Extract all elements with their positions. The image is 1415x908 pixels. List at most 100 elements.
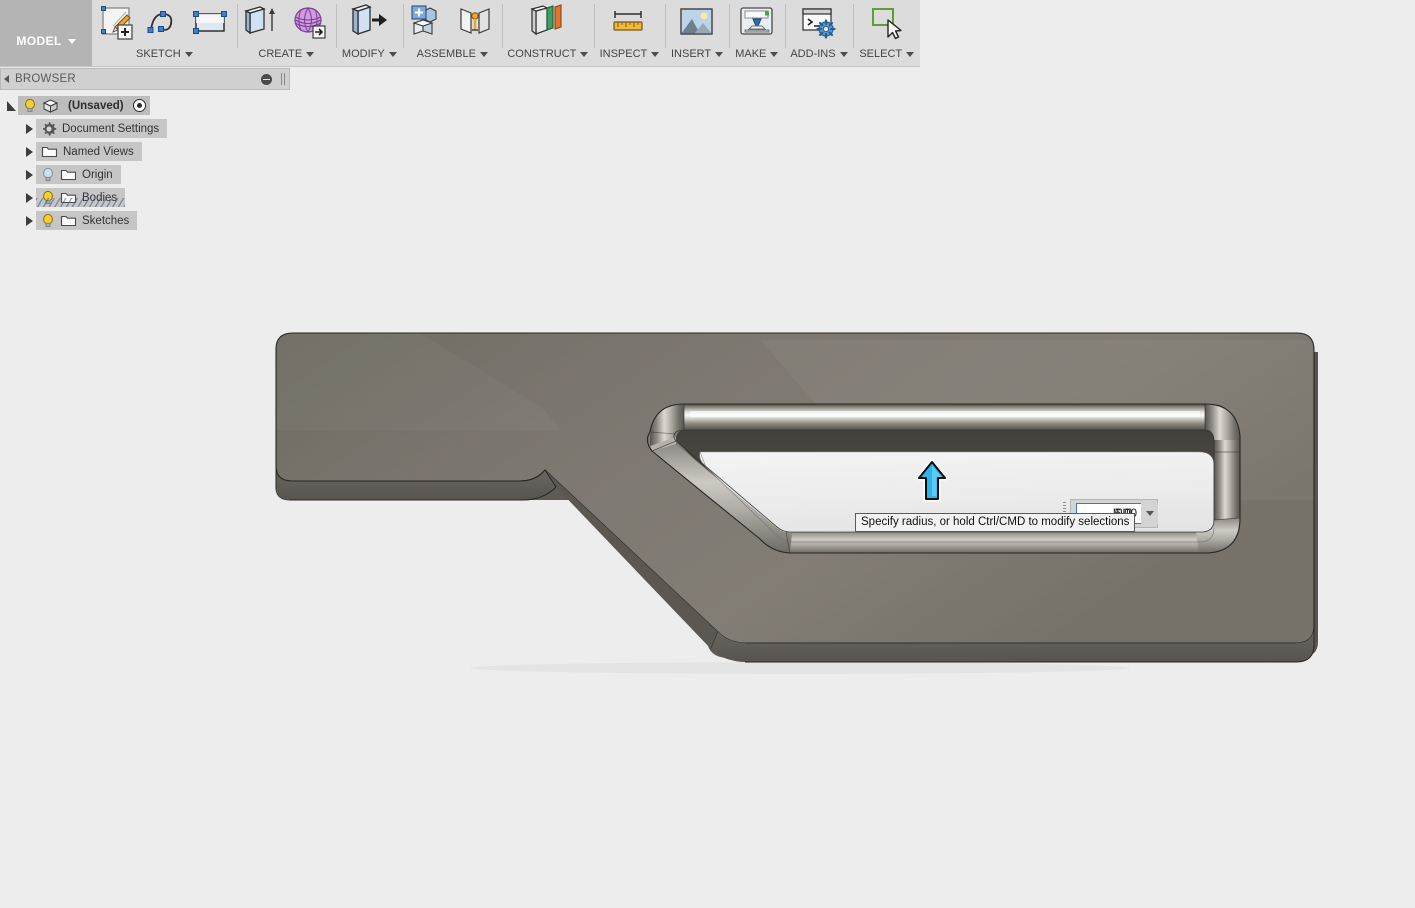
chevron-down-icon <box>1145 511 1154 516</box>
panel-label-sketch[interactable]: SKETCH <box>136 48 193 60</box>
chevron-down-icon <box>839 51 848 57</box>
toolbar-panel-make: MAKE <box>729 0 784 66</box>
expand-collapse-arrow-icon[interactable] <box>22 186 36 209</box>
tree-row-unsaved[interactable]: (Unsaved) <box>0 94 290 117</box>
workspace-switcher[interactable]: MODEL <box>0 0 93 66</box>
panel-text: CREATE <box>258 48 303 60</box>
workspace-label: MODEL <box>16 34 62 48</box>
sketch-rectangle-icon[interactable] <box>190 3 232 43</box>
fillet-tooltip: Specify radius, or hold Ctrl/CMD to modi… <box>855 513 1136 532</box>
toolbar-panel-insert: INSERT <box>665 0 729 66</box>
expand-collapse-arrow-icon[interactable] <box>4 94 18 117</box>
chevron-down-icon <box>184 51 193 57</box>
tree-row-bodies[interactable]: Bodies <box>0 186 290 209</box>
chevron-down-icon <box>306 51 315 57</box>
tree-node-named-views[interactable]: Named Views <box>36 142 142 161</box>
main-toolbar: MODEL SKETCH CREATE MODIFY ASSEMBLE CONS… <box>0 0 920 67</box>
chevron-down-icon <box>770 51 779 57</box>
toolbar-panel-construct: CONSTRUCT <box>501 0 594 66</box>
chevron-down-icon <box>67 38 76 44</box>
chevron-down-icon <box>479 51 488 57</box>
panel-text: SKETCH <box>136 48 181 60</box>
browser-header: BROWSER <box>0 68 290 90</box>
panel-text: ADD-INS <box>790 48 836 60</box>
lightbulb-icon[interactable] <box>41 190 55 206</box>
tree-node-label: Named Views <box>63 145 134 158</box>
tree-row-sketches[interactable]: Sketches <box>0 209 290 232</box>
panel-text: MAKE <box>735 48 767 60</box>
folder-icon <box>41 146 58 158</box>
lightbulb-icon[interactable] <box>41 167 55 183</box>
toolbar-panel-inspect: INSPECT <box>593 0 665 66</box>
tree-node-sketches[interactable]: Sketches <box>36 211 138 230</box>
panel-label-make[interactable]: MAKE <box>735 48 779 60</box>
panel-label-insert[interactable]: INSERT <box>670 48 724 60</box>
measure-icon[interactable] <box>608 3 650 43</box>
tree-node-label: Origin <box>82 168 113 181</box>
panel-label-modify[interactable]: MODIFY <box>342 48 397 60</box>
fusion360-window: 6.00 mm Specify radius, or hold Ctrl/CMD… <box>0 0 1415 908</box>
panel-label-addins[interactable]: ADD-INS <box>790 48 848 60</box>
panel-label-create[interactable]: CREATE <box>258 48 315 60</box>
browser-title: BROWSER <box>15 73 76 85</box>
create-form-icon[interactable] <box>289 3 331 43</box>
folder-icon <box>60 215 77 227</box>
tree-node-document-settings[interactable]: Document Settings <box>36 119 168 138</box>
panel-text: INSPECT <box>599 48 648 60</box>
lightbulb-icon[interactable] <box>23 98 37 114</box>
new-component-icon[interactable] <box>408 3 450 43</box>
tree-row-document-settings[interactable]: Document Settings <box>0 117 290 140</box>
unit-dropdown-button[interactable] <box>1141 503 1158 524</box>
tree-node-label: Document Settings <box>62 122 160 135</box>
panel-label-assemble[interactable]: ASSEMBLE <box>417 48 488 60</box>
tree-node-label: Bodies <box>82 191 118 204</box>
panel-text: SELECT <box>859 48 903 60</box>
minus-circle-icon[interactable] <box>261 73 272 85</box>
browser-tree: (Unsaved) Document Settings Named Views … <box>0 90 290 232</box>
folder-icon <box>60 169 77 181</box>
tree-node-label: Sketches <box>82 214 130 227</box>
tree-node-origin[interactable]: Origin <box>36 165 121 184</box>
chevron-down-icon <box>906 51 915 57</box>
scripts-addins-icon[interactable] <box>798 3 840 43</box>
toolbar-panel-create: CREATE <box>236 0 336 66</box>
press-pull-icon[interactable] <box>348 3 390 43</box>
expand-collapse-arrow-icon[interactable] <box>22 163 36 186</box>
toolbar-panel-addins: ADD-INS <box>784 0 854 66</box>
toolbar-panel-assemble: ASSEMBLE <box>402 0 502 66</box>
activate-component-radio[interactable] <box>132 99 146 112</box>
component-cube-icon <box>42 98 59 113</box>
select-cursor-icon[interactable] <box>866 3 908 43</box>
panel-text: ASSEMBLE <box>416 48 476 60</box>
lightbulb-icon[interactable] <box>41 213 55 229</box>
tree-row-named-views[interactable]: Named Views <box>0 140 290 163</box>
toolbar-panel-modify: MODIFY <box>336 0 403 66</box>
tree-node-unsaved[interactable]: (Unsaved) <box>18 96 150 115</box>
chevron-down-icon <box>388 51 397 57</box>
folder-icon <box>60 192 77 204</box>
chevron-down-icon <box>651 51 660 57</box>
toolbar-panel-sketch: SKETCH <box>92 0 237 66</box>
tree-row-origin[interactable]: Origin <box>0 163 290 186</box>
tree-node-bodies[interactable]: Bodies <box>36 188 126 207</box>
insert-image-icon[interactable] <box>676 3 718 43</box>
chevron-down-icon <box>715 51 724 57</box>
collapse-left-arrow-icon[interactable] <box>4 75 9 83</box>
panel-text: INSERT <box>670 48 712 60</box>
up-arrow-manipulator-icon[interactable] <box>913 459 951 503</box>
expand-collapse-arrow-icon[interactable] <box>22 140 36 163</box>
tree-node-label: (Unsaved) <box>68 99 124 112</box>
create-sketch-icon[interactable] <box>96 3 138 43</box>
sketch-spline-icon[interactable] <box>143 3 185 43</box>
offset-plane-icon[interactable] <box>527 3 569 43</box>
drag-grip-icon[interactable] <box>281 73 285 85</box>
joint-icon[interactable] <box>455 3 497 43</box>
panel-label-inspect[interactable]: INSPECT <box>600 48 660 60</box>
expand-collapse-arrow-icon[interactable] <box>22 209 36 232</box>
3d-print-icon[interactable] <box>736 3 778 43</box>
panel-label-construct[interactable]: CONSTRUCT <box>507 48 589 60</box>
extrude-icon[interactable] <box>242 3 284 43</box>
chevron-down-icon <box>580 51 589 57</box>
panel-label-select[interactable]: SELECT <box>859 48 915 60</box>
expand-collapse-arrow-icon[interactable] <box>22 117 36 140</box>
